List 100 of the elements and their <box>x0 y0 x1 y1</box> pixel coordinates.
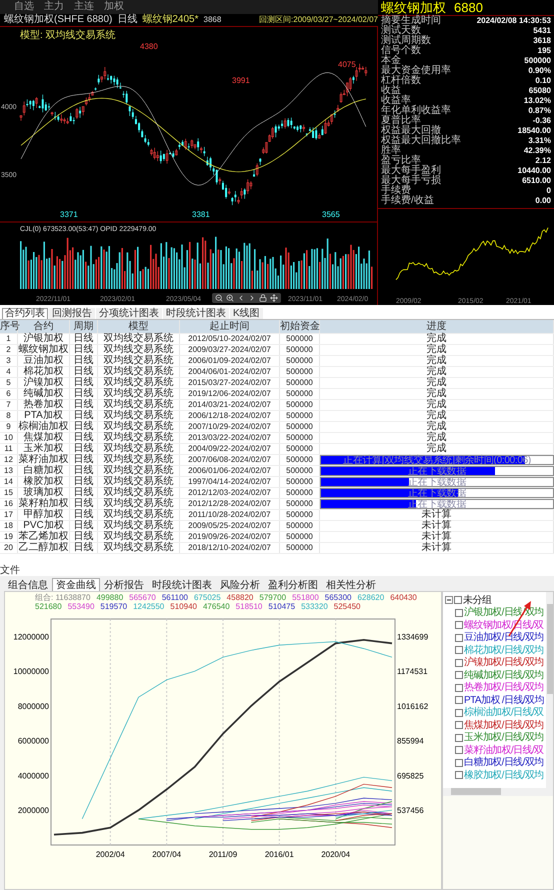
table-cell: 2007/06/08-2024/02/07 <box>180 455 280 465</box>
table-cell: 双均线交易系统 <box>98 477 180 487</box>
table-cell: 日线 <box>70 422 98 432</box>
price-value: 3868 <box>204 14 222 26</box>
stat-value: 18540.00 <box>518 126 551 136</box>
stat-label: 盈亏比率 <box>381 156 421 166</box>
table-cell: 2009/05/25-2024/02/07 <box>180 521 280 531</box>
table-cell: 白糖加权 <box>18 466 70 476</box>
table-cell: 橡胶加权 <box>18 477 70 487</box>
table-cell: 完成 <box>320 444 554 454</box>
axis-label: 2002/04 <box>96 850 125 859</box>
table-cell: 日线 <box>70 532 98 542</box>
symbol-label: 螺纹钢加权(SHFE 6880) <box>4 14 112 26</box>
stat-label: 手续费 <box>381 186 411 196</box>
axis-label: 1334699 <box>397 632 428 642</box>
stat-label: 信号个数 <box>381 46 421 56</box>
table-cell: 苯乙烯加权 <box>18 532 70 542</box>
period-label: 日线 <box>117 14 138 26</box>
axis-label: 8000000 <box>18 702 49 711</box>
table-cell: 纯碱加权 <box>18 389 70 399</box>
table-cell: 2004/06/01-2024/02/07 <box>180 367 280 377</box>
legend-value: 1242550 <box>133 602 164 611</box>
stat-label: 手续费/收益 <box>381 196 434 206</box>
table-cell: 日线 <box>70 389 98 399</box>
axis-label: 2016/01 <box>264 850 294 859</box>
stat-label: 收益率 <box>381 96 411 106</box>
legend-value: 640430 <box>390 593 417 602</box>
stat-label: 最大资金使用率 <box>381 66 451 76</box>
table-cell: 双均线交易系统 <box>98 521 180 531</box>
instrument-title: 螺纹钢加权 <box>381 0 446 15</box>
stat-value: 195 <box>538 46 551 56</box>
stat-value: 0.10 <box>535 76 551 86</box>
price-label: 3565 <box>322 210 340 219</box>
legend-value: 628620 <box>357 593 384 602</box>
table-cell: 双均线交易系统 <box>98 543 180 553</box>
file-label: 文件 <box>0 565 20 576</box>
table-cell: 完成 <box>320 378 554 388</box>
price-label: 4380 <box>140 42 158 51</box>
legend-value: 579700 <box>259 593 286 602</box>
table-cell: 日线 <box>70 411 98 421</box>
table-cell: 日线 <box>70 510 98 520</box>
price-label: 3371 <box>60 210 78 219</box>
table-cell: 500000 <box>280 411 320 421</box>
table-cell: 乙二醇加权 <box>18 543 70 553</box>
table-cell: 1997/04/14-2024/02/07 <box>180 477 280 487</box>
stat-label: 杠杆倍数 <box>381 76 421 86</box>
table-cell: 2015/03/27-2024/02/07 <box>180 378 280 388</box>
table-cell: 螺纹钢加权 <box>18 345 70 355</box>
stat-value: 13.02% <box>524 96 551 106</box>
table-cell: 双均线交易系统 <box>98 422 180 432</box>
table-cell: 9 <box>0 422 18 432</box>
price-label: 4075 <box>338 60 356 69</box>
legend-value: 533320 <box>301 602 328 611</box>
table-cell: 10 <box>0 433 18 443</box>
table-cell: 500000 <box>280 345 320 355</box>
table-cell: 日线 <box>70 466 98 476</box>
table-cell: 3 <box>0 356 18 366</box>
table-cell: 双均线交易系统 <box>98 532 180 542</box>
table-cell: 双均线交易系统 <box>98 499 180 509</box>
stat-label: 测试天数 <box>381 26 421 36</box>
stat-value: 0.90% <box>528 66 551 76</box>
table-cell: 8 <box>0 411 18 421</box>
stat-value: 2.12 <box>535 156 551 166</box>
table-cell: 完成 <box>320 334 554 344</box>
legend-value: 组合: 11638870 <box>35 593 90 602</box>
table-cell: 2011/10/28-2024/02/07 <box>180 510 280 520</box>
table-cell: 500000 <box>280 433 320 443</box>
model-label: 模型: 双均线交易系统 <box>20 30 116 41</box>
table-cell: 500000 <box>280 400 320 410</box>
table-cell: 日线 <box>70 334 98 344</box>
table-cell: 1 <box>0 334 18 344</box>
instrument-code: 6880 <box>454 0 483 15</box>
table-cell: 双均线交易系统 <box>98 345 180 355</box>
table-cell: 2006/01/09-2024/02/07 <box>180 356 280 366</box>
legend-value: 518510 <box>236 602 262 611</box>
stat-value: 10440.00 <box>518 166 551 176</box>
table-cell: 日线 <box>70 433 98 443</box>
table-cell: 日线 <box>70 499 98 509</box>
legend-value: 525450 <box>334 602 360 611</box>
table-cell: 菜籽油加权 <box>18 455 70 465</box>
table-cell: 500000 <box>280 510 320 520</box>
table-cell: 500000 <box>280 521 320 531</box>
table-cell: 日线 <box>70 455 98 465</box>
table-cell: 热卷加权 <box>18 400 70 410</box>
legend-value: 565300 <box>324 593 352 602</box>
legend-value: 519570 <box>100 602 128 611</box>
table-cell: 5 <box>0 378 18 388</box>
axis-label: 2007/04 <box>152 850 182 859</box>
table-cell: 未计算 <box>320 510 554 520</box>
stat-value: 42.39% <box>524 146 551 156</box>
legend-value: 565670 <box>129 593 156 602</box>
axis-label: 695825 <box>397 771 424 780</box>
table-cell: 19 <box>0 532 18 542</box>
table-cell: 日线 <box>70 444 98 454</box>
table-cell: 2019/09/26-2024/02/07 <box>180 532 280 542</box>
axis-label: 6000000 <box>18 736 49 746</box>
table-cell: 500000 <box>280 532 320 542</box>
table-cell: 12 <box>0 455 18 465</box>
table-cell: 11 <box>0 444 18 454</box>
table-cell: 2012/12/28-2024/02/07 <box>180 499 280 509</box>
